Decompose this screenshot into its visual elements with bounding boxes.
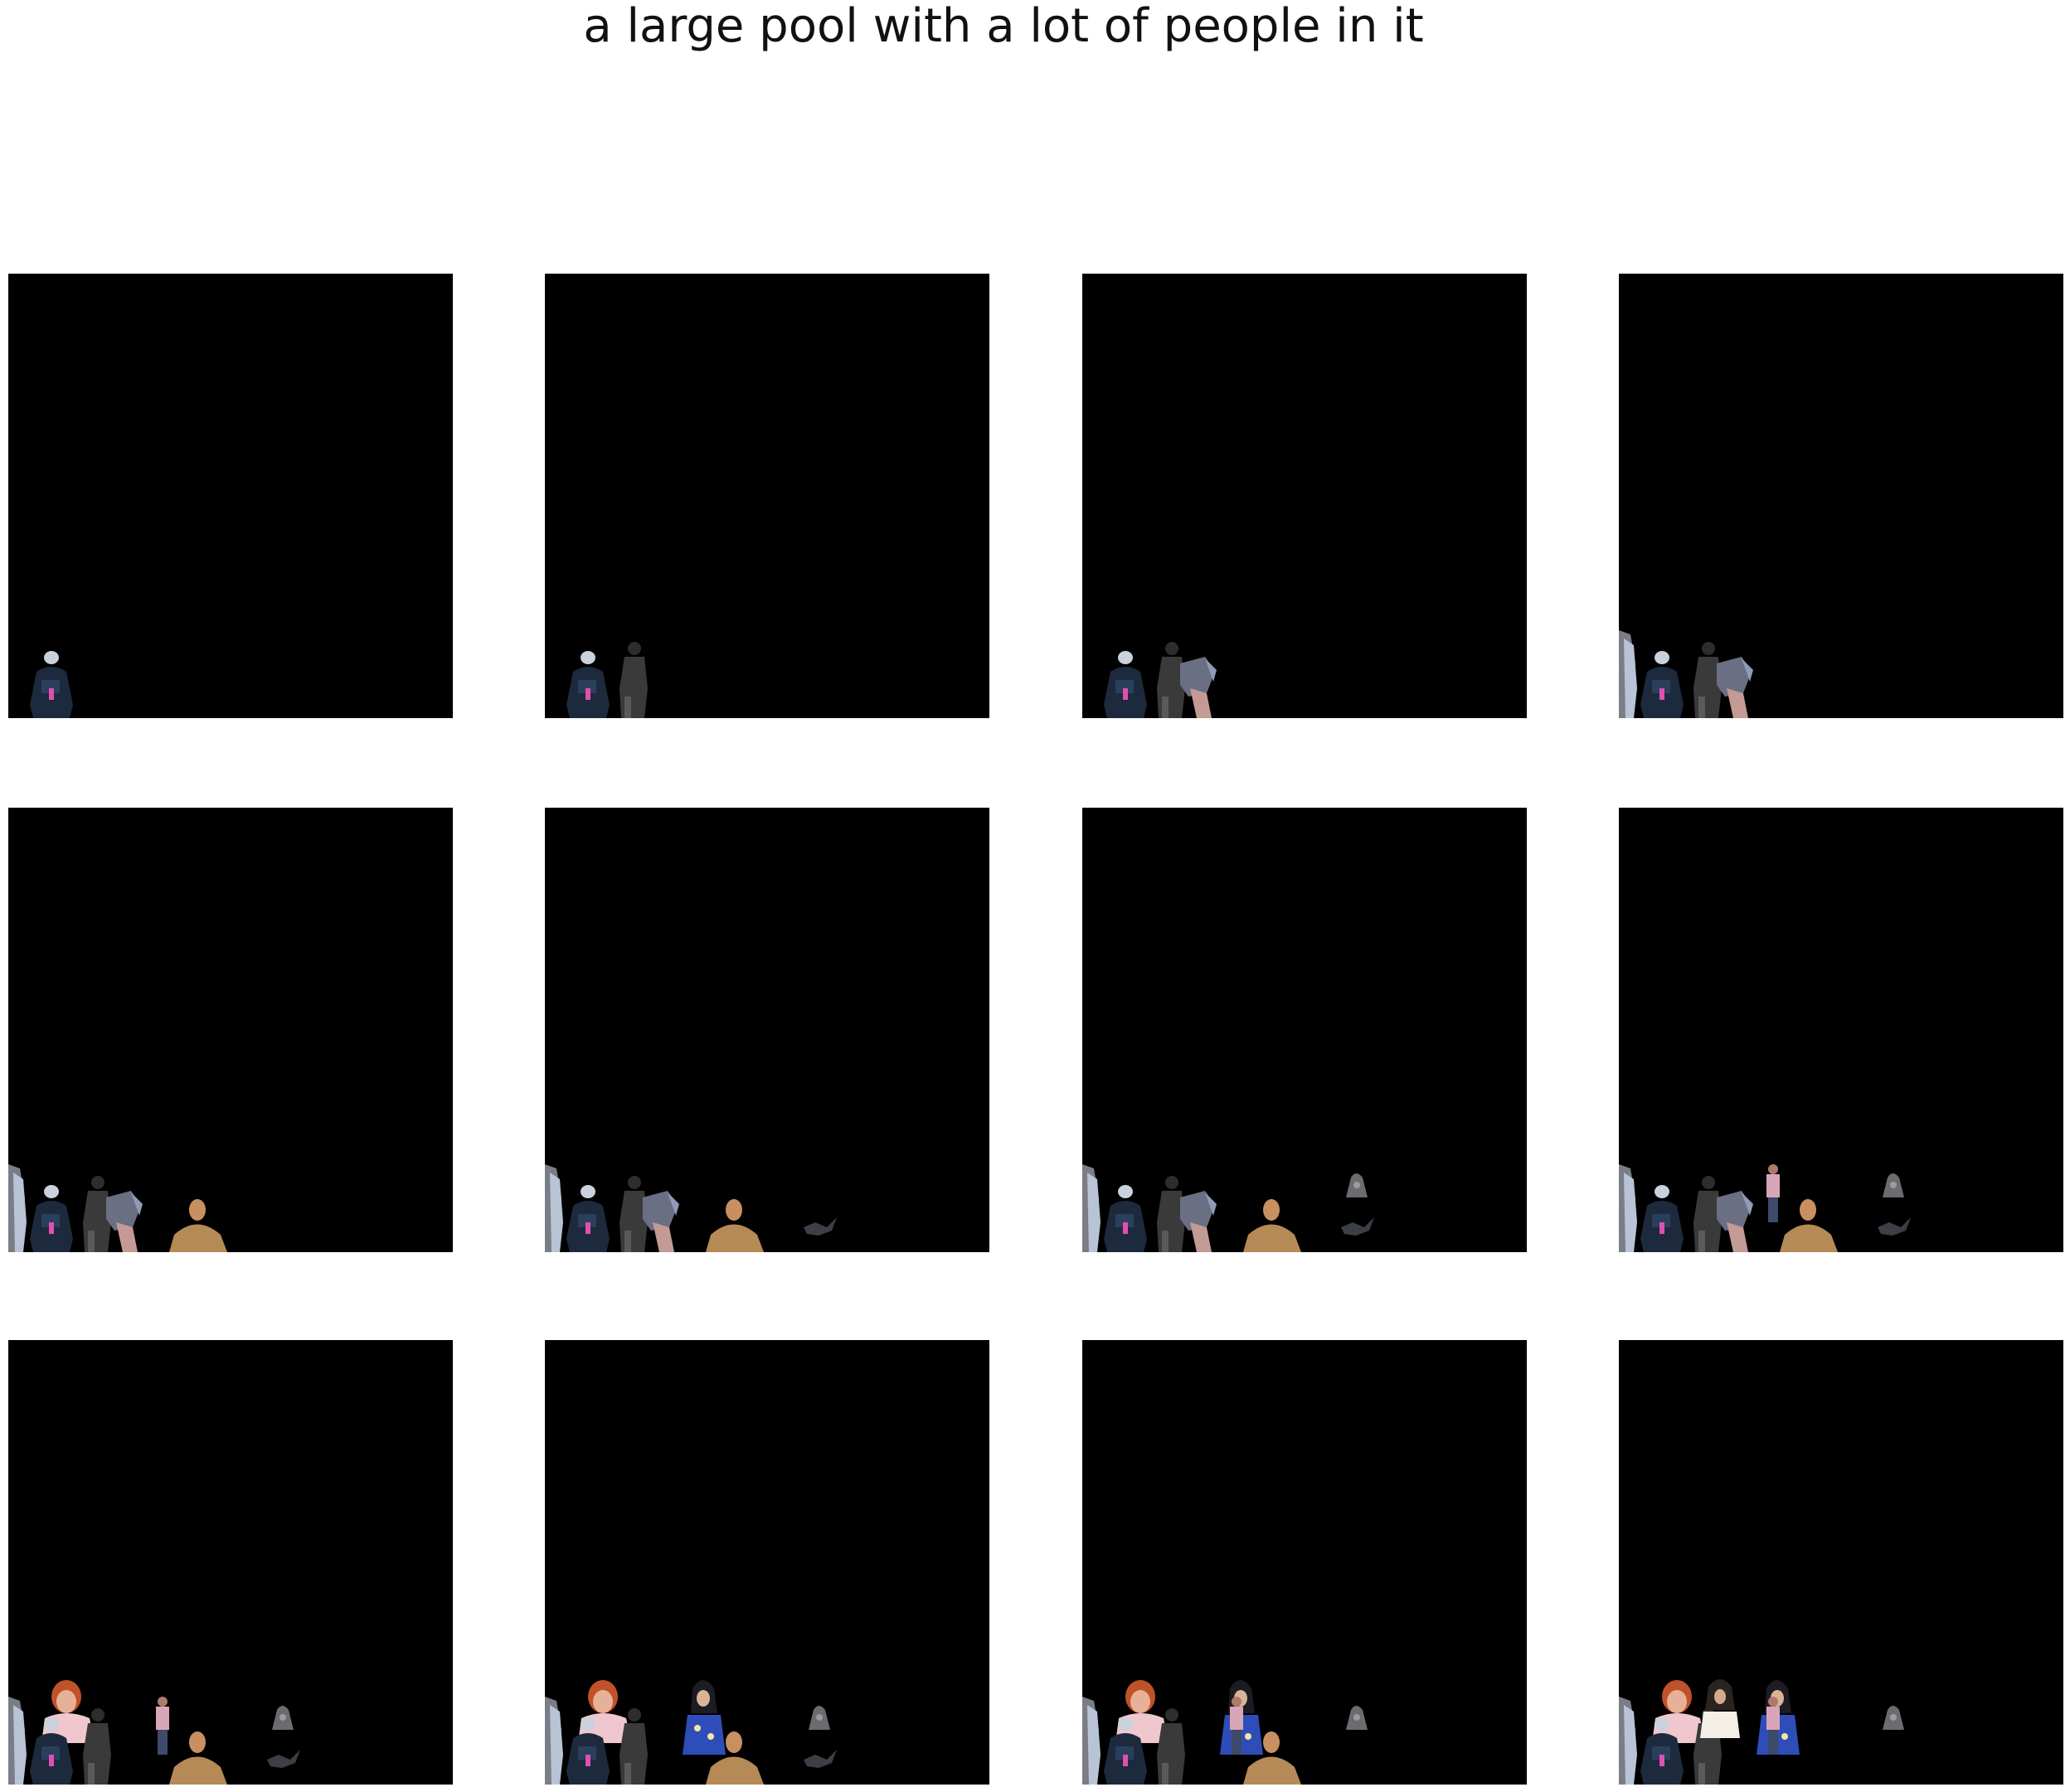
cutout-dark-object xyxy=(1878,1217,1911,1236)
grid-panel-11 xyxy=(1082,1340,1527,1785)
cutout-edge-figure xyxy=(1619,630,1637,718)
panel-cutout-canvas xyxy=(545,1164,837,1252)
cutout-person-dark-jacket xyxy=(1104,1185,1147,1252)
cutout-man-tan-shirt xyxy=(169,1731,227,1785)
cutout-gray-object xyxy=(1883,1173,1904,1197)
grid-panel-4 xyxy=(1619,274,2063,718)
cutout-gray-object xyxy=(1346,1706,1368,1730)
grid-panel-5 xyxy=(8,808,453,1252)
cutout-person-shorts xyxy=(106,1191,143,1252)
cutout-edge-figure xyxy=(1619,1697,1637,1785)
cutout-woman-blue-dress xyxy=(683,1680,726,1755)
grid-panel-6 xyxy=(545,808,989,1252)
panel-cutout-canvas xyxy=(566,642,648,718)
panel-cutout-canvas xyxy=(1619,630,1753,718)
panel-cutout-canvas xyxy=(1619,1164,1911,1252)
panel-cutout-canvas xyxy=(30,651,73,718)
grid-panel-8 xyxy=(1619,808,2063,1252)
cutout-person-dark-jacket xyxy=(30,1185,73,1252)
cutout-woman-dark-hair xyxy=(1700,1679,1740,1738)
cutout-person-shorts xyxy=(1180,1191,1217,1252)
panel-cutout-canvas xyxy=(1082,1680,1368,1785)
panel-cutout-canvas xyxy=(8,1680,300,1785)
cutout-dark-object xyxy=(804,1750,837,1768)
figure-title: a large pool with a lot of people in it xyxy=(583,0,1424,53)
cutout-dark-object xyxy=(267,1750,300,1768)
cutout-standing-person-pink xyxy=(156,1697,169,1755)
cutout-person-dark-jacket xyxy=(30,651,73,718)
cutout-edge-figure xyxy=(1082,1697,1101,1785)
cutout-man-tan-shirt xyxy=(1780,1199,1838,1252)
cutout-person-shorts xyxy=(643,1191,679,1252)
cutout-person-dark-jacket xyxy=(566,651,610,718)
panel-cutout-canvas xyxy=(1082,1164,1374,1252)
panel-cutout-canvas xyxy=(1104,642,1217,718)
cutout-person-dark-jacket xyxy=(1640,1185,1684,1252)
cutout-gray-object xyxy=(1346,1173,1368,1197)
cutout-gray-object xyxy=(809,1706,830,1730)
cutout-gray-object xyxy=(272,1706,294,1730)
cutout-person-dark-jacket xyxy=(566,1185,610,1252)
cutout-edge-figure xyxy=(1082,1164,1101,1252)
grid-panel-2 xyxy=(545,274,989,718)
grid-panel-10 xyxy=(545,1340,989,1785)
cutout-person-shorts xyxy=(1717,1191,1753,1252)
cutout-edge-figure xyxy=(545,1164,563,1252)
grid-panel-1 xyxy=(8,274,453,718)
cutout-person-dark-jacket xyxy=(1104,651,1147,718)
cutout-gray-object xyxy=(1883,1706,1904,1730)
cutout-dark-object xyxy=(1341,1217,1374,1236)
cutout-edge-figure xyxy=(1619,1164,1637,1252)
grid-panel-3 xyxy=(1082,274,1527,718)
cutout-dark-object xyxy=(804,1217,837,1236)
cutout-edge-figure xyxy=(8,1697,27,1785)
panel-cutout-canvas xyxy=(545,1680,837,1785)
panel-cutout-canvas xyxy=(1619,1679,1904,1785)
grid-panel-12 xyxy=(1619,1340,2063,1785)
cutout-edge-figure xyxy=(545,1697,563,1785)
grid-panel-7 xyxy=(1082,808,1527,1252)
grid-panel-9 xyxy=(8,1340,453,1785)
cutout-man-tan-shirt xyxy=(706,1199,764,1252)
cutout-person-dark-jacket xyxy=(1640,651,1684,718)
panel-cutout-canvas xyxy=(8,1164,227,1252)
cutout-man-tan-shirt xyxy=(169,1199,227,1252)
cutout-standing-person-pink xyxy=(1766,1164,1780,1222)
cutout-dark-figure xyxy=(620,642,648,718)
cutout-person-shorts xyxy=(1717,657,1753,718)
cutout-edge-figure xyxy=(8,1164,27,1252)
cutout-person-shorts xyxy=(1180,657,1217,718)
cutout-man-tan-shirt xyxy=(1243,1199,1301,1252)
